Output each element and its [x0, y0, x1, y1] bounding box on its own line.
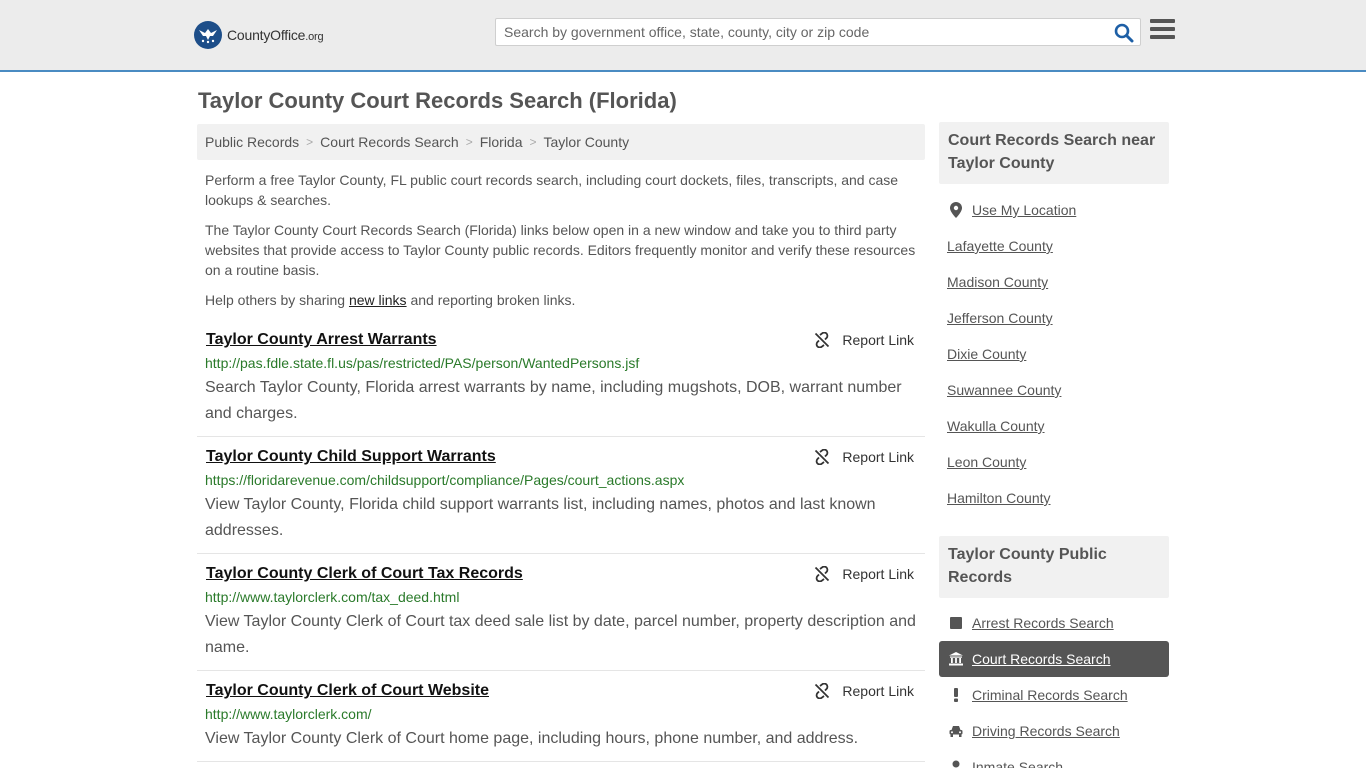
listing-url[interactable]: https://floridarevenue.com/childsupport/…: [205, 472, 684, 488]
eagle-logo-icon: [194, 21, 222, 49]
logo-text: CountyOffice.org: [227, 27, 324, 43]
breadcrumb-separator: >: [529, 135, 537, 149]
report-link-button[interactable]: Report Link: [814, 566, 914, 582]
use-my-location-link[interactable]: Use My Location: [939, 192, 1169, 228]
breadcrumb-public-records[interactable]: Public Records: [205, 134, 299, 150]
breadcrumb-court-records-search[interactable]: Court Records Search: [320, 134, 459, 150]
broken-link-icon: [815, 683, 830, 699]
sidebar-item-criminal-records[interactable]: Criminal Records Search: [939, 677, 1169, 713]
square-icon: [948, 615, 964, 631]
car-icon: [948, 723, 964, 739]
sidebar-item-driving-records[interactable]: Driving Records Search: [939, 713, 1169, 749]
listing-description: View Taylor County, Florida child suppor…: [205, 496, 876, 539]
breadcrumb-florida[interactable]: Florida: [480, 134, 523, 150]
intro-paragraph: Perform a free Taylor County, FL public …: [205, 172, 899, 208]
listing-url[interactable]: http://www.taylorclerk.com/tax_deed.html: [205, 589, 459, 605]
nearby-county-link[interactable]: Jefferson County: [947, 310, 1053, 326]
broken-link-icon: [815, 332, 830, 348]
sidebar-item-arrest-records[interactable]: Arrest Records Search: [939, 605, 1169, 641]
listing-title[interactable]: Taylor County Arrest Warrants: [206, 331, 437, 349]
broken-link-icon: [815, 449, 830, 465]
nearby-county-link[interactable]: Leon County: [947, 454, 1026, 470]
broken-link-icon: [815, 566, 830, 582]
new-links-link[interactable]: new links: [349, 292, 407, 308]
breadcrumb: Public Records > Court Records Search > …: [197, 124, 925, 160]
search-box: [495, 18, 1141, 46]
listing-item: Taylor County Arrest Warrants Report Lin…: [197, 331, 925, 437]
sidebar-item-court-records[interactable]: Court Records Search: [939, 641, 1169, 677]
listing-description: View Taylor County Clerk of Court home p…: [205, 730, 859, 747]
breadcrumb-separator: >: [465, 135, 473, 149]
breadcrumb-separator: >: [306, 135, 314, 149]
disclaimer-paragraph: The Taylor County Court Records Search (…: [205, 222, 916, 278]
listing-url[interactable]: http://pas.fdle.state.fl.us/pas/restrict…: [205, 355, 639, 371]
help-paragraph: Help others by sharing new links and rep…: [205, 292, 576, 308]
nearby-county-link[interactable]: Madison County: [947, 274, 1048, 290]
nearby-county-link[interactable]: Lafayette County: [947, 238, 1053, 254]
report-link-button[interactable]: Report Link: [814, 332, 914, 348]
exclamation-icon: [948, 687, 964, 703]
breadcrumb-taylor-county[interactable]: Taylor County: [544, 134, 630, 150]
listing-item: Taylor County Child Support Warrants Rep…: [197, 448, 925, 554]
public-records-heading: Taylor County Public Records: [939, 536, 1169, 598]
listing-description: View Taylor County Clerk of Court tax de…: [205, 613, 916, 656]
nearby-county-link[interactable]: Wakulla County: [947, 418, 1045, 434]
report-link-button[interactable]: Report Link: [814, 683, 914, 699]
listing-title[interactable]: Taylor County Clerk of Court Website: [206, 682, 489, 700]
listing-title[interactable]: Taylor County Child Support Warrants: [206, 448, 496, 466]
nearby-county-link[interactable]: Hamilton County: [947, 490, 1051, 506]
site-header: CountyOffice.org: [0, 0, 1366, 72]
nearby-county-link[interactable]: Dixie County: [947, 346, 1026, 362]
site-logo[interactable]: CountyOffice.org: [194, 20, 324, 50]
listing-item: Taylor County Clerk of Court Tax Records…: [197, 565, 925, 671]
page-title: Taylor County Court Records Search (Flor…: [198, 88, 677, 113]
report-link-button[interactable]: Report Link: [814, 449, 914, 465]
courthouse-icon: [948, 651, 964, 667]
nearby-heading: Court Records Search near Taylor County: [939, 122, 1169, 184]
nearby-county-link[interactable]: Suwannee County: [947, 382, 1061, 398]
search-input[interactable]: [496, 19, 1096, 45]
listing-url[interactable]: http://www.taylorclerk.com/: [205, 706, 372, 722]
listing-item: Taylor County Clerk of Court Website Rep…: [197, 682, 925, 762]
person-icon: [948, 759, 964, 768]
map-pin-icon: [948, 202, 964, 218]
listing-description: Search Taylor County, Florida arrest war…: [205, 379, 902, 422]
listing-title[interactable]: Taylor County Clerk of Court Tax Records: [206, 565, 523, 583]
hamburger-menu-icon[interactable]: [1150, 19, 1175, 43]
search-icon[interactable]: [1114, 23, 1134, 43]
sidebar-item-inmate-search[interactable]: Inmate Search: [939, 749, 1169, 768]
